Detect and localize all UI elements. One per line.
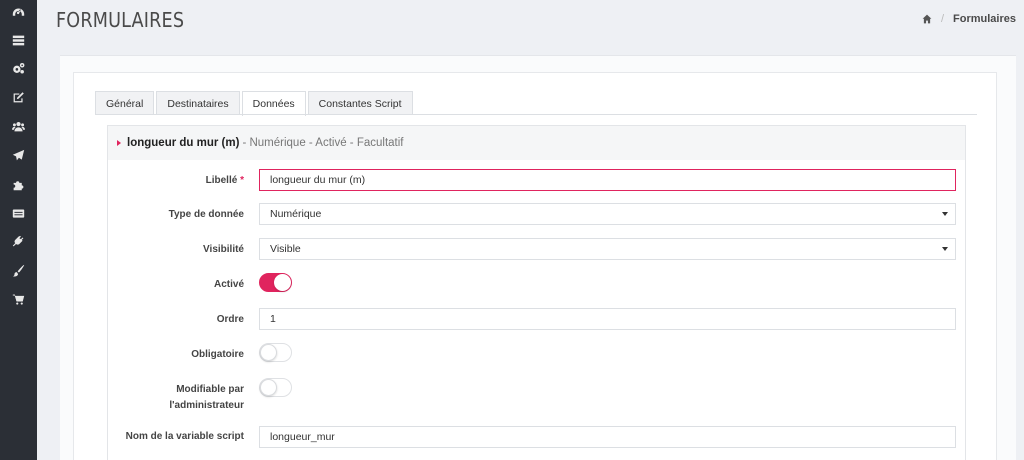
home-icon [922,14,932,24]
variable-input-value: longueur_mur [270,431,335,443]
sidebar-item-shop[interactable] [0,288,37,310]
breadcrumb-separator: / [940,13,945,25]
ordre-input[interactable]: 1 [259,308,956,330]
sidebar-item-edit[interactable] [0,86,37,108]
sidebar-item-users[interactable] [0,115,37,137]
brush-icon [12,264,25,276]
cogs-icon [13,62,25,74]
field-section-header[interactable]: longueur du mur (m) - Numérique - Activé… [108,126,965,160]
required-mark: * [240,175,244,186]
breadcrumb-home[interactable] [922,14,932,24]
active-label: Activé [213,279,244,290]
tab-general[interactable]: Général [95,91,155,115]
tab-destinataires[interactable]: Destinataires [156,91,240,115]
libelle-input-value: longueur du mur (m) [270,174,366,186]
sidebar-item-settings[interactable] [0,57,37,79]
modifiable-label: Modifiable par l'administrateur [169,384,244,411]
visibilite-select[interactable]: Visible [259,238,956,260]
sidebar-item-cards[interactable] [0,202,37,224]
sidebar [0,0,37,460]
field-name: longueur du mur (m) [127,137,240,149]
obligatoire-toggle[interactable] [259,343,292,362]
plug-icon [12,235,24,246]
sidebar-item-design[interactable] [0,259,37,281]
cart-icon [12,294,25,305]
list-icon [12,35,25,45]
edit-icon [13,91,24,102]
sidebar-item-plugins[interactable] [0,173,37,195]
page-title: FORMULAIRES [56,8,185,32]
type-select-value: Numérique [270,208,322,220]
ordre-label: Ordre [216,314,244,325]
type-label: Type de donnée [168,209,244,220]
obligatoire-label: Obligatoire [191,349,244,360]
tab-donnees[interactable]: Données [241,91,306,116]
ordre-input-value: 1 [270,313,276,325]
tab-bar: Général Destinataires Données Constantes… [95,91,415,116]
tab-underline [95,114,977,115]
sidebar-item-dashboard[interactable] [0,1,37,23]
dashboard-icon [12,7,25,16]
toggle-knob [274,274,291,291]
dropdown-arrow-icon [942,247,948,251]
field-meta: - Numérique - Activé - Facultatif [242,137,404,149]
users-icon [12,121,25,131]
breadcrumb-current: Formulaires [953,13,1016,25]
active-toggle[interactable] [259,273,292,292]
tab-constantes-script[interactable]: Constantes Script [307,91,413,115]
libelle-input[interactable]: longueur du mur (m) [259,169,956,191]
sidebar-item-list[interactable] [0,29,37,51]
toggle-knob [260,344,277,361]
puzzle-icon [13,180,24,190]
breadcrumb: / Formulaires [922,13,1016,25]
caret-right-icon [117,140,121,146]
visibilite-label: Visibilité [203,244,244,255]
variable-input[interactable]: longueur_mur [259,426,956,448]
modifiable-toggle[interactable] [259,378,292,397]
variable-label: Nom de la variable script [125,431,244,442]
sidebar-item-plug[interactable] [0,230,37,252]
type-select[interactable]: Numérique [259,203,956,225]
send-icon [12,149,25,160]
toggle-knob [260,379,277,396]
dropdown-arrow-icon [942,212,948,216]
libelle-label: Libellé * [205,175,244,186]
sidebar-item-send[interactable] [0,144,37,166]
visibilite-select-value: Visible [270,243,301,255]
id-card-icon [12,208,25,218]
